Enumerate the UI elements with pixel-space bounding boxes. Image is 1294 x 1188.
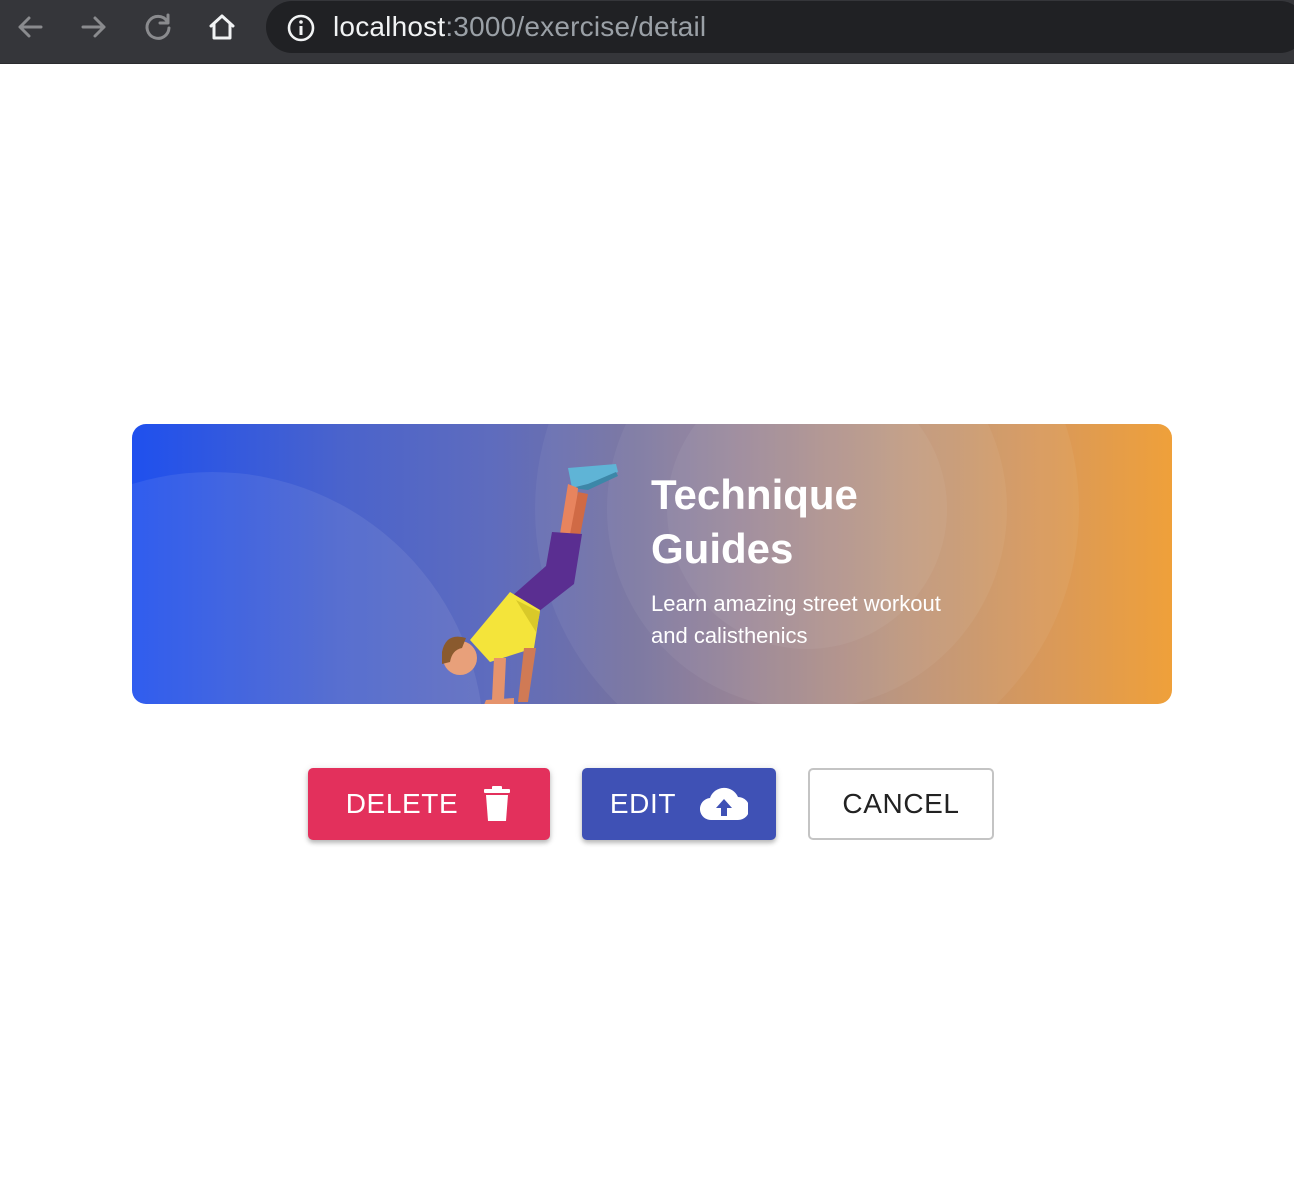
forward-button[interactable] xyxy=(72,9,116,45)
cancel-button-label: CANCEL xyxy=(842,788,960,819)
arrow-right-icon xyxy=(81,16,106,38)
back-button[interactable] xyxy=(8,9,52,45)
home-icon xyxy=(209,14,235,40)
edit-button[interactable]: EDIT xyxy=(582,768,776,840)
banner-title: Technique Guides xyxy=(651,468,1011,576)
url-path: :3000/exercise/detail xyxy=(445,11,707,42)
arrow-left-icon xyxy=(18,16,43,38)
athlete-illustration xyxy=(442,464,618,704)
delete-button[interactable]: DELETE xyxy=(308,768,550,840)
address-bar[interactable]: localhost:3000/exercise/detail xyxy=(266,1,1294,53)
cloud-upload-icon xyxy=(700,787,749,821)
reload-button[interactable] xyxy=(136,9,180,45)
cancel-button[interactable]: CANCEL xyxy=(808,768,994,840)
technique-guides-banner: Technique Guides Learn amazing street wo… xyxy=(132,424,1172,704)
delete-button-label: DELETE xyxy=(345,788,459,819)
trash-icon xyxy=(482,786,512,822)
home-button[interactable] xyxy=(200,9,244,45)
banner-subtitle: Learn amazing street workout and calisth… xyxy=(651,588,1011,652)
banner-title-line2: Guides xyxy=(651,525,794,572)
reload-icon xyxy=(145,13,171,40)
url-text[interactable]: localhost:3000/exercise/detail xyxy=(333,11,706,43)
banner-subtitle-line1: Learn amazing street workout xyxy=(651,591,941,616)
url-host: localhost xyxy=(333,11,446,42)
browser-toolbar: localhost:3000/exercise/detail xyxy=(0,0,1294,64)
info-icon[interactable] xyxy=(286,13,316,43)
banner-title-line1: Technique xyxy=(651,471,858,518)
banner-subtitle-line2: and calisthenics xyxy=(651,623,808,648)
edit-button-label: EDIT xyxy=(609,788,677,819)
